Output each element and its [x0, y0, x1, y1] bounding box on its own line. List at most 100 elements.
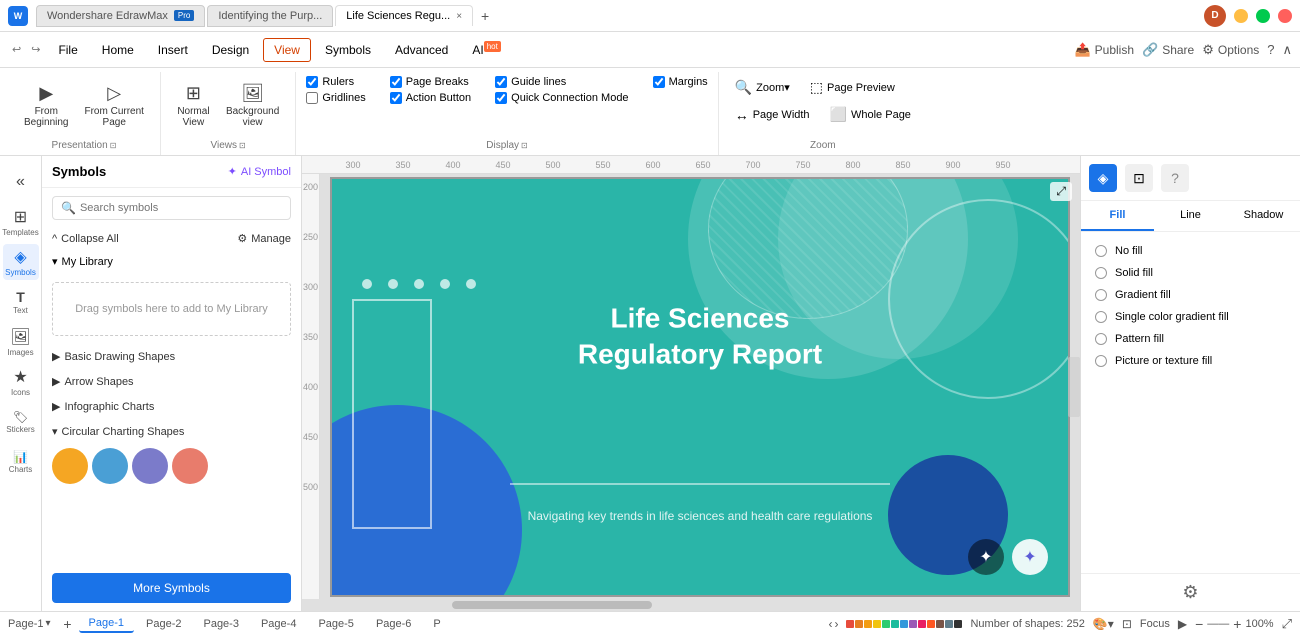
ai-sparkle-button[interactable]: ✦	[1012, 539, 1048, 575]
collapse-all-button[interactable]: ^ Collapse All	[52, 233, 119, 245]
color-swatch[interactable]	[945, 620, 953, 628]
collapse-ribbon-button[interactable]: ∧	[1282, 42, 1292, 58]
normal-view-button[interactable]: ⊞ NormalView	[171, 79, 216, 132]
color-swatch[interactable]	[855, 620, 863, 628]
minimize-button[interactable]	[1234, 9, 1248, 23]
charts-button[interactable]: 📊 Charts	[3, 444, 39, 480]
zoom-in-button[interactable]: +	[1233, 616, 1241, 632]
settings-panel-button[interactable]: ⚙	[1081, 573, 1300, 611]
color-swatch[interactable]	[900, 620, 908, 628]
picture-texture-option[interactable]: Picture or texture fill	[1089, 350, 1292, 372]
help-button[interactable]: ?	[1267, 42, 1274, 57]
more-symbols-button[interactable]: More Symbols	[52, 573, 291, 603]
thumbnail-2[interactable]	[92, 448, 128, 484]
page-fit-button[interactable]: ⊡	[1122, 617, 1132, 631]
vertical-scrollbar[interactable]	[1068, 357, 1080, 417]
no-fill-option[interactable]: No fill	[1089, 240, 1292, 262]
from-beginning-button[interactable]: ▶ FromBeginning	[18, 79, 74, 132]
single-color-gradient-option[interactable]: Single color gradient fill	[1089, 306, 1292, 328]
gridlines-input[interactable]	[306, 92, 318, 104]
action-button-input[interactable]	[390, 92, 402, 104]
menu-home[interactable]: Home	[92, 39, 144, 61]
arrow-shapes-header[interactable]: ▶ Arrow Shapes	[42, 369, 301, 394]
color-swatch[interactable]	[846, 620, 854, 628]
color-swatch[interactable]	[909, 620, 917, 628]
collapse-sidebar-button[interactable]: «	[3, 164, 39, 200]
thumbnail-1[interactable]	[52, 448, 88, 484]
settings-icon[interactable]: ⚙	[1182, 582, 1198, 603]
play-button[interactable]: ▶	[1178, 617, 1187, 631]
zoom-out-button[interactable]: −	[1195, 616, 1203, 632]
page-width-button[interactable]: ↔ Page Width	[729, 103, 816, 126]
pattern-fill-radio[interactable]	[1095, 333, 1107, 345]
options-button[interactable]: ⚙ Options	[1202, 42, 1259, 58]
color-swatch[interactable]	[864, 620, 872, 628]
menu-file[interactable]: File	[48, 39, 87, 61]
page-tab-p[interactable]: P	[423, 616, 450, 632]
picture-texture-radio[interactable]	[1095, 355, 1107, 367]
page-breaks-checkbox[interactable]: Page Breaks	[390, 76, 471, 88]
menu-design[interactable]: Design	[202, 39, 259, 61]
fit-screen-button[interactable]: ⤢	[1282, 616, 1292, 632]
page-tab-5[interactable]: Page-5	[308, 616, 363, 632]
background-view-button[interactable]: 🖼 Backgroundview	[220, 79, 285, 132]
undo-button[interactable]: ↩	[8, 41, 25, 58]
close-button[interactable]	[1278, 9, 1292, 23]
page-tab-4[interactable]: Page-4	[251, 616, 306, 632]
solid-fill-option[interactable]: Solid fill	[1089, 262, 1292, 284]
search-input[interactable]	[80, 202, 282, 214]
slide-canvas[interactable]: Life SciencesRegulatory Report Navigatin…	[330, 177, 1070, 597]
shape-tool-icon[interactable]: ⊡	[1125, 164, 1153, 192]
infographic-header[interactable]: ▶ Infographic Charts	[42, 394, 301, 419]
main-canvas[interactable]: Life SciencesRegulatory Report Navigatin…	[320, 174, 1080, 599]
pattern-fill-option[interactable]: Pattern fill	[1089, 328, 1292, 350]
tab-identifying[interactable]: Identifying the Purp...	[207, 5, 333, 27]
color-swatch[interactable]	[927, 620, 935, 628]
manage-button[interactable]: ⚙ Manage	[237, 232, 291, 245]
menu-insert[interactable]: Insert	[148, 39, 198, 61]
thumbnail-4[interactable]	[172, 448, 208, 484]
color-swatch[interactable]	[873, 620, 881, 628]
rulers-input[interactable]	[306, 76, 318, 88]
gridlines-checkbox[interactable]: Gridlines	[306, 92, 365, 104]
expand-canvas-button[interactable]: ⤢	[1050, 182, 1072, 201]
rulers-checkbox[interactable]: Rulers	[306, 76, 365, 88]
ai-symbol-button[interactable]: ✦ AI Symbol	[228, 165, 291, 178]
images-button[interactable]: 🖼 Images	[3, 324, 39, 360]
fill-tool-icon[interactable]: ◈	[1089, 164, 1117, 192]
fill-tab[interactable]: Fill	[1081, 201, 1154, 231]
question-tool-icon[interactable]: ?	[1161, 164, 1189, 192]
page-dropdown-icon[interactable]: ▾	[45, 618, 50, 629]
symbols-button[interactable]: ◈ Symbols	[3, 244, 39, 280]
page-tab-3[interactable]: Page-3	[193, 616, 248, 632]
margins-input[interactable]	[653, 76, 665, 88]
templates-button[interactable]: ⊞ Templates	[3, 204, 39, 240]
color-swatch[interactable]	[918, 620, 926, 628]
quick-connection-checkbox[interactable]: Quick Connection Mode	[495, 92, 628, 104]
color-swatch[interactable]	[936, 620, 944, 628]
magic-wand-button[interactable]: ✦	[968, 539, 1004, 575]
solid-fill-radio[interactable]	[1095, 267, 1107, 279]
margins-checkbox[interactable]: Margins	[653, 76, 708, 88]
add-page-button[interactable]: +	[59, 615, 77, 633]
basic-shapes-header[interactable]: ▶ Basic Drawing Shapes	[42, 344, 301, 369]
tab-close-icon[interactable]: ×	[456, 11, 462, 22]
line-tab[interactable]: Line	[1154, 201, 1227, 231]
guide-lines-checkbox[interactable]: Guide lines	[495, 76, 628, 88]
thumbnail-3[interactable]	[132, 448, 168, 484]
page-tab-6[interactable]: Page-6	[366, 616, 421, 632]
tab-life-sciences[interactable]: Life Sciences Regu... ×	[335, 5, 473, 26]
page-prev-button[interactable]: ‹	[828, 617, 832, 631]
page-preview-button[interactable]: ⬚ Page Preview	[804, 76, 901, 99]
shadow-tab[interactable]: Shadow	[1227, 201, 1300, 231]
search-box[interactable]: 🔍	[52, 196, 291, 220]
icons-button[interactable]: ★ Icons	[3, 364, 39, 400]
color-swatch[interactable]	[891, 620, 899, 628]
stickers-button[interactable]: 🏷 Stickers	[3, 404, 39, 440]
zoom-slider[interactable]: ——	[1207, 618, 1229, 630]
menu-view[interactable]: View	[263, 38, 311, 62]
page-tab-1[interactable]: Page-1	[79, 615, 134, 633]
menu-ai[interactable]: AIhot	[462, 38, 510, 61]
quick-connection-input[interactable]	[495, 92, 507, 104]
zoom-dropdown-button[interactable]: 🔍 Zoom▾	[729, 76, 796, 99]
